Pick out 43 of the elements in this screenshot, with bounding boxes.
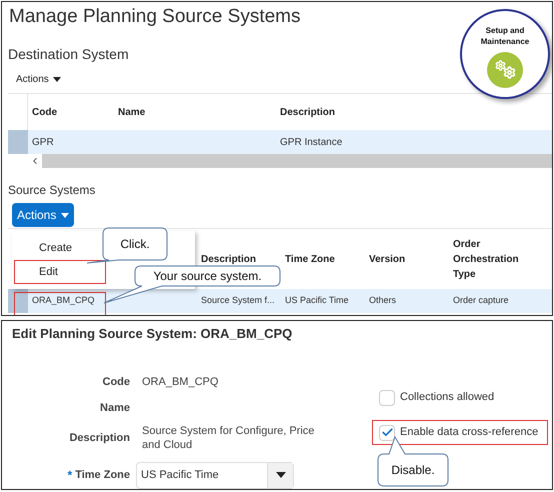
time-zone-select[interactable]: US Pacific Time	[136, 462, 294, 488]
column-header: Version	[369, 252, 406, 266]
column-header: Description	[279, 106, 336, 120]
table-row[interactable]: GPR GPR Instance	[8, 130, 552, 154]
field-value: ORA_BM_CPQ	[142, 375, 220, 389]
field-label: Code	[102, 374, 130, 390]
column-header: Time Zone	[285, 252, 336, 266]
caret-icon	[61, 212, 70, 218]
checkbox[interactable]	[379, 390, 395, 406]
check-icon	[380, 426, 394, 439]
table-cell-text: ORA_BM_CPQ	[31, 294, 96, 308]
table-cell-text: Others	[369, 294, 398, 308]
badge-label: Setup and Maintenance	[480, 25, 530, 47]
callout: Disable.	[377, 436, 449, 488]
required-mark: *	[68, 467, 72, 484]
table-cell-text: GPR	[31, 136, 55, 150]
column-header: Code	[31, 106, 58, 120]
table-cell-text: Source System f...	[201, 294, 276, 308]
checkbox[interactable]	[379, 424, 395, 440]
table-row[interactable]: ORA_BM_CPQ Source System f... US Pacific Time Others Order capture	[8, 289, 552, 313]
menu-item[interactable]: Edit	[14, 260, 106, 284]
dropdown-icon[interactable]	[267, 462, 293, 488]
actions-menu-button[interactable]: Actions	[16, 72, 61, 86]
column-header: Order Orchestration Type	[453, 238, 520, 282]
table-cell-text: US Pacific Time	[285, 294, 350, 308]
dialog-title: Edit Planning Source System: ORA_BM_CPQ	[12, 325, 292, 344]
field-value: Source System for Configure, Price and Cloud	[142, 424, 316, 452]
checkbox-label: Collections allowed	[400, 390, 494, 406]
section-heading: Source Systems	[8, 182, 96, 199]
horizontal-scrollbar[interactable]	[42, 154, 552, 168]
field-label: Name	[100, 400, 130, 416]
table-cell-text: Order capture	[453, 294, 510, 308]
callout: Click.	[85, 227, 169, 265]
gears-icon	[487, 52, 523, 88]
page-title: Manage Planning Source Systems	[9, 4, 300, 29]
column-header: Description	[201, 252, 258, 266]
actions-menu-button[interactable]: Actions	[12, 203, 74, 227]
column-header: Name	[117, 106, 146, 120]
table-cell-text: GPR Instance	[279, 136, 342, 150]
caret-icon	[52, 76, 61, 82]
field-label: Time Zone	[75, 468, 130, 483]
field-label: Description	[69, 430, 130, 446]
section-heading: Destination System	[8, 44, 129, 64]
